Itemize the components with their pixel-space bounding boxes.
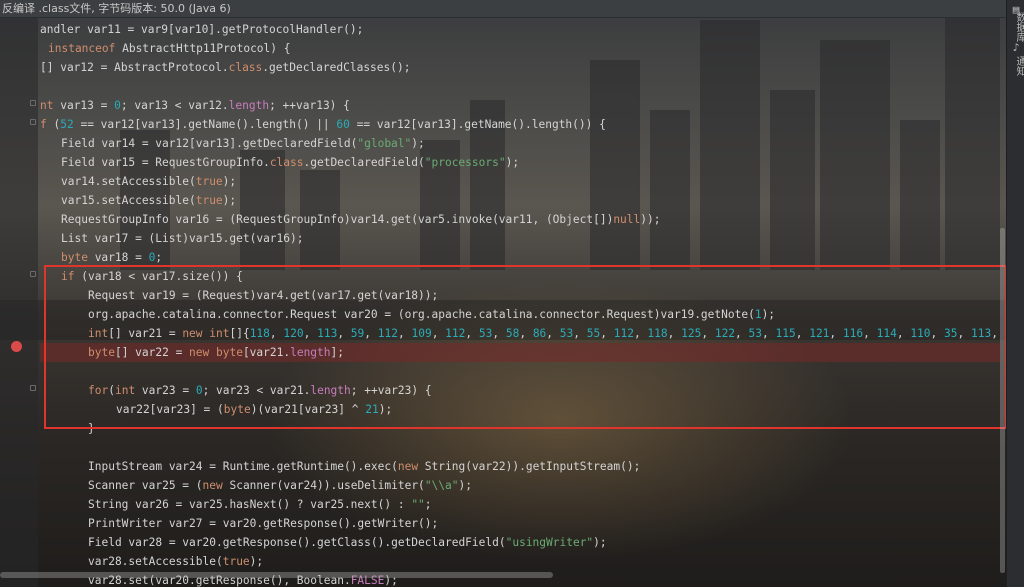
vertical-scrollbar[interactable]: [1000, 228, 1005, 573]
code-line[interactable]: andler var11 = var9[var10].getProtocolHa…: [40, 20, 363, 39]
fold-marker-icon[interactable]: [30, 119, 36, 125]
code-line[interactable]: RequestGroupInfo var16 = (RequestGroupIn…: [61, 210, 660, 229]
code-line[interactable]: Field var14 = var12[var13].getDeclaredFi…: [61, 134, 425, 153]
code-line[interactable]: Field var15 = RequestGroupInfo.class.get…: [61, 153, 519, 172]
breakpoint-icon[interactable]: [11, 341, 22, 352]
right-tool-strip: ▤ 数据库 ♪ 通知: [1006, 0, 1024, 587]
notifications-tool-label[interactable]: 通知: [1007, 54, 1024, 78]
code-line[interactable]: [] var12 = AbstractProtocol.class.getDec…: [40, 58, 410, 77]
code-line[interactable]: Scanner var25 = (new Scanner(var24)).use…: [88, 476, 472, 495]
code-line[interactable]: var14.setAccessible(true);: [61, 172, 236, 191]
decompiler-notice-text: 反编译 .class文件, 字节码版本: 50.0 (Java 6): [2, 2, 231, 15]
fold-marker-icon[interactable]: [30, 271, 36, 277]
code-line[interactable]: InputStream var24 = Runtime.getRuntime()…: [88, 457, 640, 476]
bell-icon[interactable]: ♪: [1010, 42, 1022, 54]
code-line[interactable]: instanceof AbstractHttp11Protocol) {: [48, 39, 290, 58]
fold-marker-icon[interactable]: [30, 385, 36, 391]
code-line[interactable]: PrintWriter var27 = var20.getResponse().…: [88, 514, 438, 533]
code-line[interactable]: List var17 = (List)var15.get(var16);: [61, 229, 303, 248]
code-line[interactable]: nt var13 = 0; var13 < var12.length; ++va…: [40, 96, 350, 115]
code-line[interactable]: f (52 == var12[var13].getName().length()…: [40, 115, 606, 134]
code-line[interactable]: var15.setAccessible(true);: [61, 191, 236, 210]
fold-marker-icon[interactable]: [30, 100, 36, 106]
code-line[interactable]: var28.setAccessible(true);: [88, 552, 263, 571]
code-line[interactable]: Field var28 = var20.getResponse().getCla…: [88, 533, 607, 552]
code-line[interactable]: String var26 = var25.hasNext() ? var25.n…: [88, 495, 432, 514]
database-tool-label[interactable]: 数据库: [1007, 12, 1024, 42]
decompiler-notice-bar: 反编译 .class文件, 字节码版本: 50.0 (Java 6): [0, 0, 1006, 18]
highlight-annotation-box: [44, 265, 1007, 429]
horizontal-scrollbar[interactable]: [0, 572, 553, 578]
ide-window: 反编译 .class文件, 字节码版本: 50.0 (Java 6) andle…: [0, 0, 1024, 587]
